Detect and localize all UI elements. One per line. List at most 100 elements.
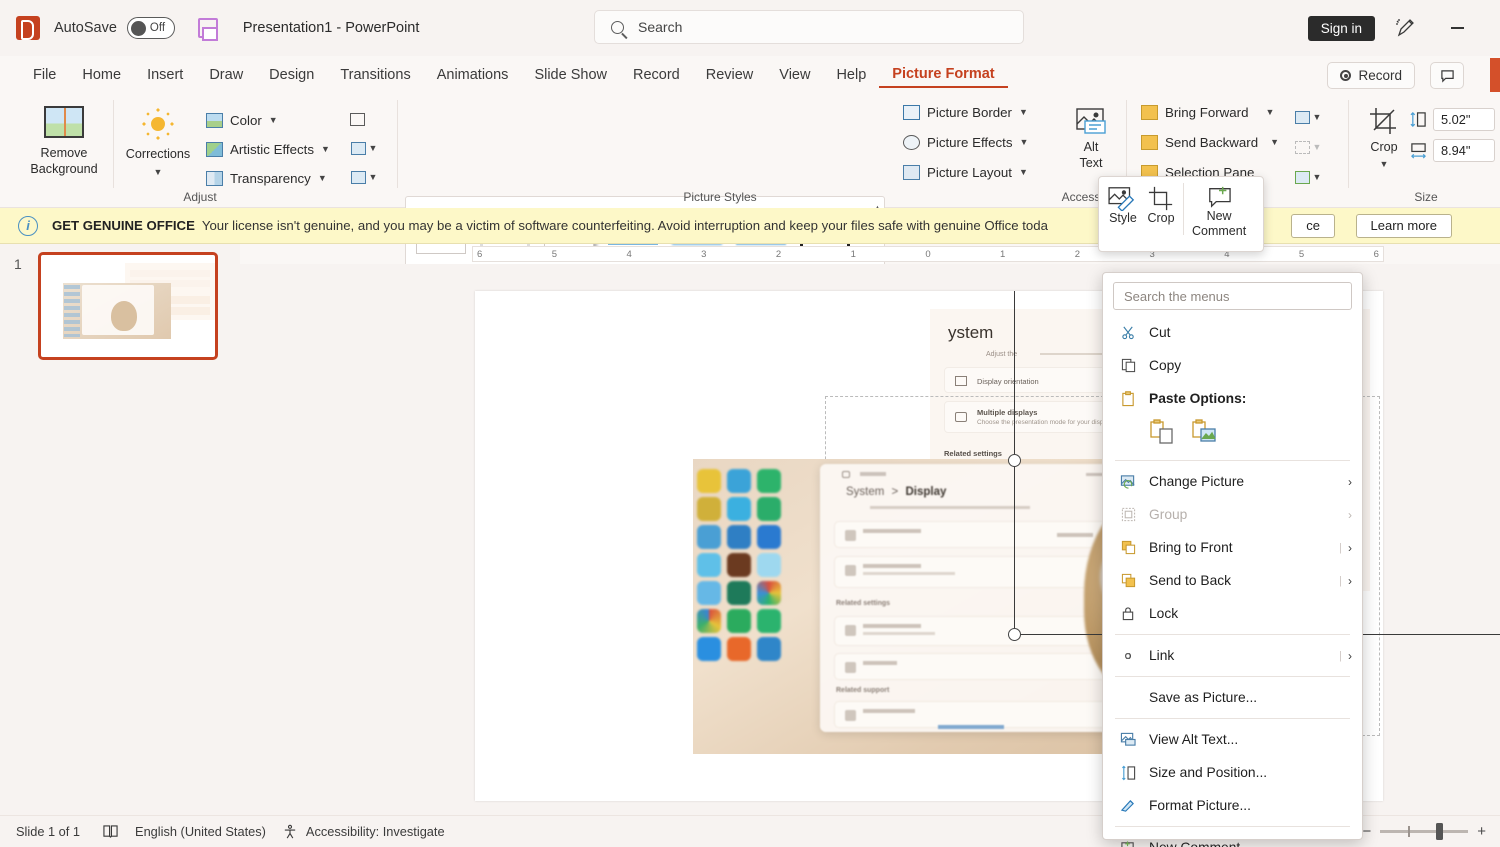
hruler-tick: 5	[551, 248, 558, 260]
notes-status[interactable]	[102, 824, 119, 839]
tab-draw[interactable]: Draw	[196, 63, 256, 87]
menu-item-link[interactable]: Link | ›	[1103, 639, 1362, 672]
align-icon	[1294, 110, 1310, 124]
bring-forward-button[interactable]: Bring Forward ▼	[1138, 99, 1277, 126]
tab-slide-show[interactable]: Slide Show	[521, 63, 620, 87]
color-button[interactable]: Color ▼	[203, 107, 281, 134]
settings-row	[834, 616, 1126, 646]
search-input[interactable]: Search	[594, 10, 1024, 44]
menu-item-bring-to-front[interactable]: Bring to Front | ›	[1103, 531, 1362, 564]
align-objects-button[interactable]: ▼	[1288, 106, 1328, 128]
record-button[interactable]: Record	[1327, 62, 1415, 89]
size-position-icon	[1117, 765, 1139, 781]
sign-in-button[interactable]: Sign in	[1307, 16, 1375, 41]
slide-count-status[interactable]: Slide 1 of 1	[16, 824, 80, 839]
menu-item-label: Size and Position...	[1149, 765, 1268, 780]
autosave-toggle[interactable]: Off	[126, 17, 175, 39]
group-objects-button[interactable]: ▼	[1288, 136, 1328, 158]
mini-new-comment-label-line1: New	[1206, 209, 1232, 223]
desktop-icon	[757, 553, 781, 577]
zoom-out-button[interactable]: −	[1362, 823, 1371, 840]
color-icon	[206, 113, 223, 128]
send-backward-button[interactable]: Send Backward ▼	[1138, 129, 1282, 156]
artistic-effects-button[interactable]: Artistic Effects ▼	[203, 136, 333, 163]
banner-learn-more-button[interactable]: Learn more	[1355, 213, 1452, 238]
resize-handle-center[interactable]	[1008, 628, 1021, 641]
tab-home[interactable]: Home	[69, 63, 134, 87]
chevron-down-icon: ▼	[321, 144, 330, 154]
paste-keep-formatting-icon[interactable]	[1149, 418, 1177, 448]
menu-item-size-and-position[interactable]: Size and Position...	[1103, 756, 1362, 789]
minimize-button[interactable]	[1444, 16, 1470, 40]
group-icon	[1117, 507, 1139, 522]
shape-width-value[interactable]: 8.94"	[1433, 139, 1495, 162]
menu-item-save-as-picture[interactable]: Save as Picture...	[1103, 681, 1362, 714]
zoom-slider-handle[interactable]	[1436, 823, 1444, 840]
info-icon: i	[18, 215, 38, 236]
tab-picture-format[interactable]: Picture Format	[879, 62, 1008, 88]
menu-item-new-comment[interactable]: New Comment	[1103, 831, 1362, 847]
chevron-down-icon: ▼	[1312, 171, 1322, 182]
shape-height-value[interactable]: 5.02"	[1433, 108, 1495, 131]
change-picture-icon	[350, 141, 366, 155]
tab-animations[interactable]: Animations	[424, 63, 522, 87]
change-picture-button[interactable]: ▼	[345, 137, 383, 159]
menu-item-label: Save as Picture...	[1149, 690, 1258, 705]
crop-icon	[1370, 108, 1396, 134]
picture-effects-button[interactable]: Picture Effects ▼	[900, 129, 1031, 156]
menu-item-view-alt-text[interactable]: View Alt Text...	[1103, 723, 1362, 756]
slide-count-label: Slide 1 of 1	[16, 824, 81, 839]
menu-item-send-to-back[interactable]: Send to Back | ›	[1103, 564, 1362, 597]
pen-icon[interactable]	[1393, 16, 1417, 40]
chevron-down-icon: ▼	[268, 115, 278, 125]
banner-secondary-button[interactable]: ce	[1291, 213, 1335, 238]
format-picture-icon	[1117, 798, 1139, 813]
search-placeholder: Search	[638, 19, 683, 35]
chevron-down-icon[interactable]: ▼	[1380, 159, 1389, 169]
remove-background-button[interactable]: Remove Background	[22, 98, 106, 177]
accessibility-status[interactable]: Accessibility: Investigate	[282, 824, 445, 840]
tab-help[interactable]: Help	[823, 63, 879, 87]
alt-text-button[interactable]: Alt Text	[1056, 98, 1126, 171]
picture-layout-button[interactable]: Picture Layout ▼	[900, 159, 1031, 186]
zoom-in-button[interactable]: +	[1477, 823, 1486, 840]
reset-picture-button[interactable]: ▼	[345, 166, 383, 188]
tab-transitions[interactable]: Transitions	[327, 63, 423, 87]
paste-picture-icon[interactable]	[1191, 418, 1219, 448]
picture-border-button[interactable]: Picture Border ▼	[900, 99, 1031, 126]
tab-file[interactable]: File	[20, 63, 69, 87]
shape-width-field[interactable]: 8.94" ▲▼	[1410, 139, 1500, 162]
tab-record[interactable]: Record	[620, 63, 693, 87]
desktop-icons-group	[697, 463, 787, 748]
mini-style-button[interactable]: Style	[1103, 183, 1143, 228]
menu-item-cut[interactable]: Cut	[1103, 316, 1362, 349]
compress-pictures-button[interactable]	[345, 108, 369, 130]
rotate-objects-button[interactable]: ▼	[1288, 166, 1328, 188]
crop-button[interactable]: Crop ▼	[1358, 98, 1410, 169]
picture-border-label: Picture Border	[927, 105, 1012, 120]
scissors-icon	[1117, 325, 1139, 340]
corrections-button[interactable]: Corrections ▼	[122, 100, 194, 177]
tab-view[interactable]: View	[766, 63, 823, 87]
transparency-button[interactable]: Transparency ▼	[203, 165, 330, 192]
tab-review[interactable]: Review	[693, 63, 767, 87]
menu-item-label: View Alt Text...	[1149, 732, 1239, 747]
zoom-slider[interactable]	[1380, 823, 1469, 840]
mini-crop-button[interactable]: Crop	[1143, 183, 1179, 228]
menu-item-change-picture[interactable]: Change Picture ›	[1103, 465, 1362, 498]
menu-item-format-picture[interactable]: Format Picture...	[1103, 789, 1362, 822]
menu-item-lock[interactable]: Lock	[1103, 597, 1362, 630]
chevron-down-icon[interactable]: ▼	[154, 167, 163, 177]
slide-thumbnail-1[interactable]	[38, 252, 218, 360]
mini-new-comment-button[interactable]: New Comment	[1188, 183, 1250, 241]
tab-insert[interactable]: Insert	[134, 63, 196, 87]
language-status[interactable]: English (United States)	[135, 824, 266, 839]
menu-search-input[interactable]: Search the menus	[1113, 282, 1352, 310]
shape-height-field[interactable]: 5.02" ▲▼	[1410, 108, 1500, 131]
save-icon[interactable]	[197, 17, 219, 41]
tab-design[interactable]: Design	[256, 63, 327, 87]
style-icon	[1108, 187, 1135, 211]
resize-handle-top[interactable]	[1008, 454, 1021, 467]
menu-item-copy[interactable]: Copy	[1103, 349, 1362, 382]
comments-button[interactable]	[1430, 62, 1464, 89]
